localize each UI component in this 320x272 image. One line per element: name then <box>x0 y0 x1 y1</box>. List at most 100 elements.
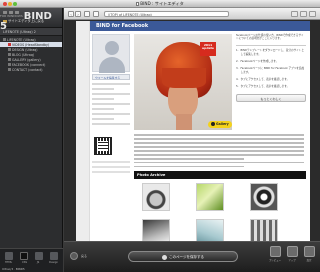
photo-thumbnail[interactable] <box>142 183 170 211</box>
step-number: 3. <box>236 67 239 71</box>
edit-wall-link[interactable]: ウォールを編集する <box>92 74 130 80</box>
text-line <box>92 113 130 115</box>
hero-neck <box>176 114 192 130</box>
design-tool-button[interactable] <box>49 252 58 260</box>
text-line <box>134 145 304 148</box>
css-tool-button[interactable] <box>20 252 29 260</box>
toolbar-button[interactable] <box>291 11 298 17</box>
tree-item-label: FACEBOOK (connect) <box>12 62 46 67</box>
tree-item-label: GALLERY (gallery) <box>12 57 41 62</box>
page-gutter <box>76 21 90 241</box>
text-line <box>92 118 114 120</box>
save-page-button[interactable]: このページを保存する <box>128 251 238 262</box>
toolbar-button[interactable] <box>300 11 307 17</box>
page-icon <box>8 58 11 61</box>
step-text: タブにアクセスして、表示を確認します。 <box>240 85 290 89</box>
page-icon <box>8 48 11 51</box>
home-button[interactable] <box>84 11 90 17</box>
text-line <box>134 141 304 144</box>
tree-item-label: LIFENOTE (Ultraq) <box>7 37 36 42</box>
step-text: BINDテンプレートをダウンロードし、自分のサイトとして編集します。 <box>240 49 304 56</box>
upload-icon <box>286 246 298 257</box>
js-tool-button[interactable] <box>34 252 43 260</box>
photo-archive-heading: Photo Archive <box>134 171 306 179</box>
qr-code-center <box>98 141 108 151</box>
hero-bangs <box>162 68 206 88</box>
page-icon <box>8 63 11 66</box>
upload-label: アップ <box>288 259 296 262</box>
page-preview: BIND for Facebook ウォールを編集する 2011 update … <box>76 21 310 241</box>
text-line <box>92 103 130 105</box>
photo-thumbnail[interactable] <box>250 219 278 241</box>
toolbar-button[interactable] <box>309 11 316 17</box>
page-icon <box>8 68 11 71</box>
reload-button[interactable] <box>93 11 99 17</box>
gallery-label: Gallery <box>216 122 229 126</box>
photo-thumbnail[interactable] <box>142 219 170 241</box>
photo-thumbnail[interactable] <box>250 183 278 211</box>
back-circle-button[interactable] <box>70 252 78 260</box>
arrow-icon <box>211 122 215 126</box>
more-button[interactable]: もっとくわしく <box>236 94 306 103</box>
text-line <box>92 161 130 163</box>
avatar-head <box>105 41 119 55</box>
tree-item-label: VIDEOS (HeadStandby) <box>12 42 50 47</box>
preview-button[interactable]: プレビュー <box>268 246 282 262</box>
settings-button[interactable]: 設定 <box>302 246 316 262</box>
app-window: BIND : サイトエディタ サイトエディタ上に戻る FOR WINDOWSBI… <box>0 0 320 272</box>
text-line <box>134 161 304 164</box>
info-panel: facebookページの仕様の使い方、BINDで作成できるサイトについての説明文… <box>236 34 306 103</box>
tree-item[interactable]: CONTACT (contact) <box>0 67 62 72</box>
avatar-body <box>99 57 125 73</box>
html-tool-button[interactable] <box>5 252 14 260</box>
back-button[interactable]: ‹ <box>68 11 74 17</box>
step-number: 2. <box>236 59 239 63</box>
text-line <box>134 153 304 156</box>
step-number: 1. <box>236 49 239 53</box>
step-item: 3. Facebookページに BIND for Facebook アプリを追加し… <box>236 67 306 74</box>
page-icon <box>8 53 11 56</box>
save-page-label: このページを保存する <box>169 255 204 259</box>
upload-button[interactable]: アップ <box>285 246 299 262</box>
photo-thumbnail[interactable] <box>196 183 224 211</box>
photo-thumbnail[interactable] <box>196 219 224 241</box>
step-text: Facebookページに BIND for Facebook アプリを追加します… <box>240 67 305 74</box>
side-text <box>92 161 130 176</box>
tool-label: JS <box>36 261 40 264</box>
save-icon <box>162 254 168 260</box>
sidebar-header: サイトエディタ上に戻る FOR WINDOWSBIND 5 <box>0 8 62 32</box>
text-line <box>134 157 244 160</box>
logo-subtitle: FOR WINDOWS <box>0 14 23 18</box>
page-icon <box>3 38 6 41</box>
text-line <box>92 93 130 95</box>
bottom-right-controls: プレビュー アップ 設定 <box>268 246 316 262</box>
back-label: 戻る <box>81 254 88 258</box>
step-text: タブにアクセスして、表示を確認します。 <box>240 77 290 81</box>
tree-item-label: DESIGN (Ultraq) <box>12 47 38 52</box>
main-area: ‹ › /(TOP) of LIFENOTE (Ultraq) BIND for… <box>64 8 320 272</box>
step-item: 5. タブにアクセスして、表示を確認します。 <box>236 85 306 88</box>
gear-icon <box>303 246 315 257</box>
text-line <box>92 88 114 90</box>
gallery-button[interactable]: Gallery <box>208 121 232 128</box>
tool-label: Design <box>49 261 59 264</box>
bind-logo: FOR WINDOWSBIND 5 <box>0 11 60 32</box>
step-number: 4. <box>236 77 239 81</box>
photo-grid <box>142 183 302 241</box>
window-title: BIND : サイトエディタ <box>0 1 320 7</box>
text-line <box>92 166 130 168</box>
bottom-left-controls: 戻る <box>70 252 87 260</box>
browser-toolbar: ‹ › /(TOP) of LIFENOTE (Ultraq) <box>64 8 320 20</box>
tool-label: HTML <box>4 261 13 264</box>
forward-button[interactable]: › <box>75 11 81 17</box>
url-field[interactable]: /(TOP) of LIFENOTE (Ultraq) <box>104 11 229 17</box>
profile-picture[interactable] <box>92 34 130 73</box>
sidebar: サイトエディタ上に戻る FOR WINDOWSBIND 5 LIFENOTE (… <box>0 8 63 272</box>
preview-icon <box>269 246 281 257</box>
text-line <box>134 137 304 140</box>
update-badge: 2011 update <box>200 42 216 56</box>
step-item: 4. タブにアクセスして、表示を確認します。 <box>236 78 306 81</box>
tree-item-label: BLOG (Ultraq) <box>12 52 35 57</box>
bottom-bar: 戻る このページを保存する プレビュー アップ 設定 <box>64 241 320 272</box>
page-header: BIND for Facebook <box>90 21 310 31</box>
